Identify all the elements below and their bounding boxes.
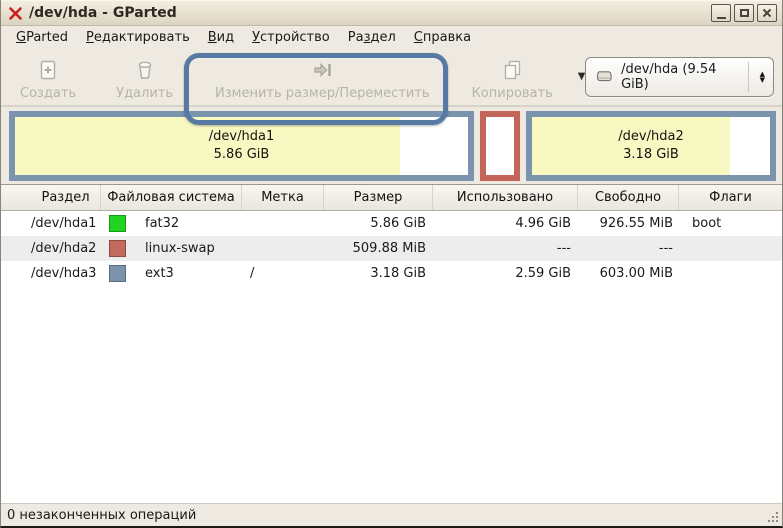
menubar: GParted Редактировать Вид Устройство Раз… (1, 26, 782, 48)
menu-edit[interactable]: Редактировать (77, 28, 199, 47)
partition-visual-bar: /dev/hda1 5.86 GiB /dev/hda2 3.18 GiB (1, 106, 782, 184)
header-filesystem[interactable]: Файловая система (101, 185, 242, 210)
toolbar: Создать Удалить Изменить размер/Перемест… (1, 48, 782, 106)
delete-partition-button[interactable]: Удалить (103, 50, 186, 104)
maximize-button[interactable] (734, 4, 754, 22)
filesystem-color-swatch (109, 265, 126, 282)
resize-grip[interactable] (765, 509, 780, 524)
new-partition-label: Создать (20, 85, 77, 101)
device-selector-value: /dev/hda (9.54 GiB) (621, 61, 717, 92)
device-selector[interactable]: /dev/hda (9.54 GiB) ▲ ▼ (585, 56, 774, 97)
table-row-hda1[interactable]: /dev/hda1 fat32 5.86 GiB 4.96 GiB 926.55… (1, 211, 782, 236)
copy-partition-button[interactable]: Копировать (459, 50, 566, 104)
menu-device[interactable]: Устройство (243, 28, 339, 47)
minimize-icon (716, 7, 726, 19)
gparted-window: /dev/hda - GParted GParted Редактировать… (0, 0, 783, 528)
partition-visual-label: /dev/hda2 3.18 GiB (618, 128, 684, 162)
partition-name: /dev/hda1 (31, 216, 97, 231)
resize-move-icon (314, 62, 331, 77)
table-row-hda3[interactable]: /dev/hda3 ext3 / 3.18 GiB 2.59 GiB 603.0… (1, 261, 782, 286)
new-partition-button[interactable]: Создать (7, 50, 89, 104)
spinner-down-icon: ▼ (759, 75, 765, 84)
trash-icon (138, 61, 151, 79)
minimize-button[interactable] (711, 4, 731, 22)
close-button[interactable] (757, 4, 777, 22)
resize-move-button[interactable]: Изменить размер/Переместить (202, 50, 443, 104)
partition-size: 509.88 MiB (352, 241, 426, 256)
partition-size: 5.86 GiB (370, 216, 426, 231)
copy-partition-label: Копировать (471, 85, 553, 101)
partition-used: 4.96 GiB (515, 216, 571, 231)
table-header-row: Раздел Файловая система Метка Размер Исп… (1, 185, 782, 211)
table-row-hda2[interactable]: /dev/hda2 linux-swap 509.88 MiB --- --- (1, 236, 782, 261)
partition-name: /dev/hda2 (31, 241, 97, 256)
device-selector-spinner[interactable]: ▲ ▼ (755, 70, 770, 84)
new-partition-icon (40, 60, 56, 79)
filesystem-color-swatch (109, 240, 126, 257)
partition-visual-hda3[interactable]: /dev/hda2 3.18 GiB (526, 110, 776, 181)
toolbar-overflow-arrow[interactable]: ▼ (578, 71, 586, 82)
combo-separator (747, 61, 749, 92)
pending-operations-text: 0 незаконченных операций (7, 507, 197, 523)
partition-visual-label: /dev/hda1 5.86 GiB (208, 128, 275, 162)
statusbar: 0 незаконченных операций (1, 503, 782, 526)
filesystem-name: ext3 (145, 266, 174, 281)
menu-gparted[interactable]: GParted (7, 28, 77, 47)
header-used[interactable]: Использовано (433, 185, 578, 210)
filesystem-name: fat32 (145, 216, 180, 231)
partition-visual-hda2-swap[interactable] (480, 110, 520, 181)
partition-table: Раздел Файловая система Метка Размер Исп… (1, 184, 782, 503)
header-label[interactable]: Метка (242, 185, 324, 210)
app-icon (9, 6, 22, 20)
menu-partition[interactable]: Раздел (339, 28, 405, 47)
partition-visual-hda1[interactable]: /dev/hda1 5.86 GiB (9, 110, 474, 181)
partition-used: 2.59 GiB (515, 266, 571, 281)
disk-icon (597, 71, 613, 82)
menu-view[interactable]: Вид (199, 28, 243, 47)
filesystem-color-swatch (109, 215, 126, 232)
partition-free: 603.00 MiB (599, 266, 673, 281)
header-free[interactable]: Свободно (578, 185, 679, 210)
partition-free: --- (658, 241, 673, 256)
partition-flags: boot (692, 216, 722, 231)
menu-help[interactable]: Справка (405, 28, 480, 47)
filesystem-name: linux-swap (145, 241, 215, 256)
window-title: /dev/hda - GParted (29, 5, 177, 21)
titlebar: /dev/hda - GParted (1, 0, 782, 26)
partition-size: 3.18 GiB (370, 266, 426, 281)
partition-used: --- (556, 241, 571, 256)
header-partition[interactable]: Раздел (1, 185, 101, 210)
header-size[interactable]: Размер (324, 185, 433, 210)
mount-label: / (250, 266, 255, 281)
copy-icon (505, 60, 521, 79)
close-icon (762, 8, 772, 18)
delete-partition-label: Удалить (116, 85, 174, 101)
partition-name: /dev/hda3 (31, 266, 97, 281)
maximize-icon (739, 9, 749, 17)
resize-move-label: Изменить размер/Переместить (215, 85, 430, 101)
header-flags[interactable]: Флаги (679, 185, 782, 210)
partition-free: 926.55 MiB (599, 216, 673, 231)
